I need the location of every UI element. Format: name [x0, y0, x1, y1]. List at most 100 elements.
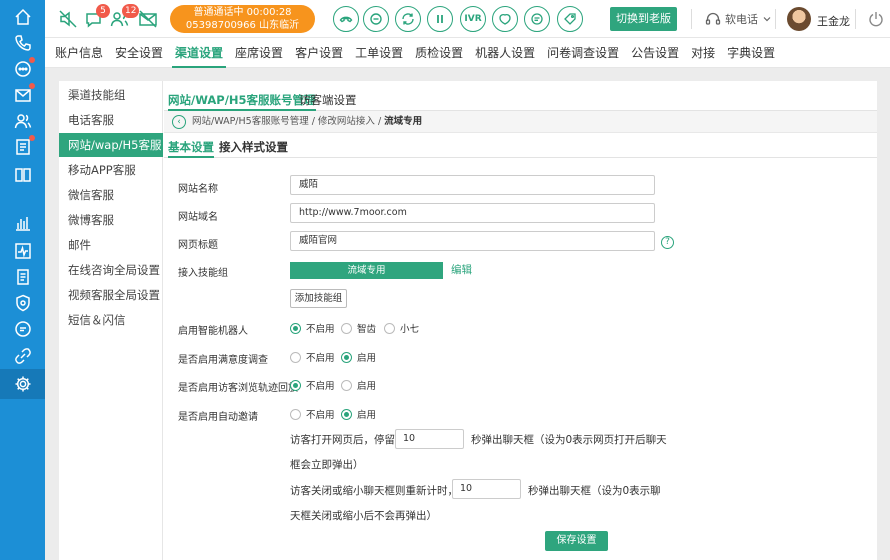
- satisfaction-label: 是否启用满意度调查: [178, 355, 268, 366]
- subnav-wechat-service[interactable]: 微信客服: [59, 183, 163, 207]
- message-button[interactable]: [524, 6, 550, 32]
- chat-bubble-icon[interactable]: 5: [83, 4, 110, 30]
- tag-button[interactable]: [557, 6, 583, 32]
- menu-customer-settings[interactable]: 客户设置: [289, 38, 349, 68]
- pause-button[interactable]: [427, 6, 453, 32]
- auto-invite-option-enabled[interactable]: 启用: [341, 407, 376, 421]
- document-list-icon[interactable]: [0, 264, 45, 290]
- contacts-icon[interactable]: [0, 108, 45, 134]
- radio-label: 小七: [400, 324, 420, 335]
- invite-reopen-seconds-input[interactable]: 10: [452, 479, 521, 499]
- monitor-pulse-icon[interactable]: [0, 238, 45, 264]
- tab-access-style-settings[interactable]: 接入样式设置: [219, 138, 288, 158]
- softphone-dropdown[interactable]: 软电话: [705, 11, 772, 27]
- menu-seat-settings[interactable]: 座席设置: [229, 38, 289, 68]
- power-logout-icon[interactable]: [867, 10, 885, 28]
- menu-integration[interactable]: 对接: [685, 38, 721, 68]
- site-domain-input[interactable]: http://www.7moor.com: [290, 203, 655, 223]
- consult-button[interactable]: [363, 6, 389, 32]
- notification-dot: [29, 135, 35, 141]
- home-icon[interactable]: [0, 4, 45, 30]
- menu-qa-settings[interactable]: 质检设置: [409, 38, 469, 68]
- link-icon[interactable]: [0, 343, 45, 369]
- radio-label: 启用: [357, 353, 377, 364]
- user-avatar[interactable]: [787, 7, 811, 31]
- satisfaction-option-enabled[interactable]: 启用: [341, 350, 376, 364]
- back-chevron-icon[interactable]: ‹: [172, 115, 186, 129]
- menu-ticket-settings[interactable]: 工单设置: [349, 38, 409, 68]
- tab-basic-settings[interactable]: 基本设置: [168, 138, 214, 158]
- robot-option-xiaoqi[interactable]: 小七: [384, 321, 419, 335]
- menu-security-settings[interactable]: 安全设置: [109, 38, 169, 68]
- primary-tabs: 网站/WAP/H5客服账号管理 访客端设置: [164, 89, 877, 111]
- form-content: 网站/WAP/H5客服账号管理 访客端设置 ‹ 网站/WAP/H5客服账号管理 …: [164, 81, 877, 560]
- invite-reopen-suffix: 秒弹出聊天框（设为0表示聊: [528, 485, 661, 497]
- breadcrumb-path[interactable]: 网站/WAP/H5客服账号管理 / 修改网站接入 /: [192, 116, 384, 127]
- ivr-button[interactable]: IVR: [460, 6, 486, 32]
- settings-gear-icon[interactable]: [0, 369, 45, 399]
- radio-label: 智齿: [357, 324, 377, 335]
- subnav-app-service[interactable]: 移动APP客服: [59, 158, 163, 182]
- subnav-video-global[interactable]: 视频客服全局设置: [59, 283, 163, 307]
- chat-count-badge: 5: [96, 4, 110, 18]
- satisfaction-option-disabled[interactable]: 不启用: [290, 350, 335, 364]
- menu-account-info[interactable]: 账户信息: [49, 38, 109, 68]
- message-icon[interactable]: [0, 316, 45, 342]
- auto-invite-option-disabled[interactable]: 不启用: [290, 407, 335, 421]
- subnav-online-global[interactable]: 在线咨询全局设置: [59, 258, 163, 282]
- tab-web-account-management[interactable]: 网站/WAP/H5客服账号管理: [168, 89, 316, 111]
- shield-icon[interactable]: [0, 290, 45, 316]
- skill-group-tag[interactable]: 流域专用: [290, 262, 443, 279]
- mute-icon[interactable]: [57, 8, 79, 30]
- menu-survey-settings[interactable]: 问卷调查设置: [541, 38, 625, 68]
- menu-channel-settings[interactable]: 渠道设置: [169, 38, 229, 68]
- page-title-input[interactable]: 威陌官网: [290, 231, 655, 251]
- add-skill-group-button[interactable]: 添加技能组: [290, 289, 347, 308]
- edit-skill-group-link[interactable]: 编辑: [451, 262, 472, 279]
- help-question-icon[interactable]: ?: [661, 236, 674, 249]
- chat-icon[interactable]: [0, 56, 45, 82]
- track-option-disabled[interactable]: 不启用: [290, 378, 335, 392]
- tab-visitor-settings[interactable]: 访客端设置: [299, 89, 357, 111]
- satisfaction-button[interactable]: [492, 6, 518, 32]
- robot-option-disabled[interactable]: 不启用: [290, 321, 335, 335]
- subnav-phone-service[interactable]: 电话客服: [59, 108, 163, 132]
- subnav-skill-groups[interactable]: 渠道技能组: [59, 83, 163, 107]
- radio-unselected: [290, 408, 301, 420]
- subnav-sms[interactable]: 短信＆闪信: [59, 308, 163, 332]
- switch-old-version-button[interactable]: 切换到老版: [610, 7, 677, 31]
- knowledge-book-icon[interactable]: [0, 162, 45, 188]
- divider: [775, 9, 776, 29]
- call-status-text: 普通通话中 00:00:28: [193, 7, 292, 18]
- subnav-weibo-service[interactable]: 微博客服: [59, 208, 163, 232]
- users-icon[interactable]: 12: [109, 4, 140, 30]
- site-name-input[interactable]: 威陌: [290, 175, 655, 195]
- subnav-web-service[interactable]: 网站/wap/H5客服: [59, 133, 163, 157]
- track-replay-label: 是否启用访客浏览轨迹回放: [178, 383, 298, 394]
- transfer-button[interactable]: [395, 6, 421, 32]
- invite-open-seconds-input[interactable]: 10: [395, 429, 464, 449]
- radio-selected: [341, 408, 352, 420]
- menu-robot-settings[interactable]: 机器人设置: [469, 38, 541, 68]
- save-settings-button[interactable]: 保存设置: [545, 531, 608, 551]
- notification-dot: [29, 57, 35, 63]
- subnav-email[interactable]: 邮件: [59, 233, 163, 257]
- ticket-icon[interactable]: [0, 134, 45, 160]
- radio-label: 启用: [357, 381, 377, 392]
- track-option-enabled[interactable]: 启用: [341, 378, 376, 392]
- mail-muted-icon[interactable]: [137, 8, 159, 30]
- invite-reopen-suffix-cont: 天框关闭或缩小后不会再弹出）: [290, 510, 437, 522]
- phone-icon[interactable]: [0, 30, 45, 56]
- robot-option-zhichi[interactable]: 智齿: [341, 321, 376, 335]
- radio-label: 不启用: [306, 381, 335, 392]
- headset-icon: [705, 12, 721, 25]
- menu-dictionary-settings[interactable]: 字典设置: [721, 38, 781, 68]
- radio-unselected: [341, 379, 352, 391]
- report-chart-icon[interactable]: [0, 210, 45, 236]
- username[interactable]: 王金龙: [817, 13, 850, 29]
- mail-icon[interactable]: [0, 82, 45, 108]
- hangup-button[interactable]: [333, 6, 359, 32]
- menu-announcement-settings[interactable]: 公告设置: [625, 38, 685, 68]
- call-status-pill: 普通通话中 00:00:28 05398700966 山东临沂: [170, 5, 315, 33]
- breadcrumb-current: 流域专用: [384, 116, 423, 127]
